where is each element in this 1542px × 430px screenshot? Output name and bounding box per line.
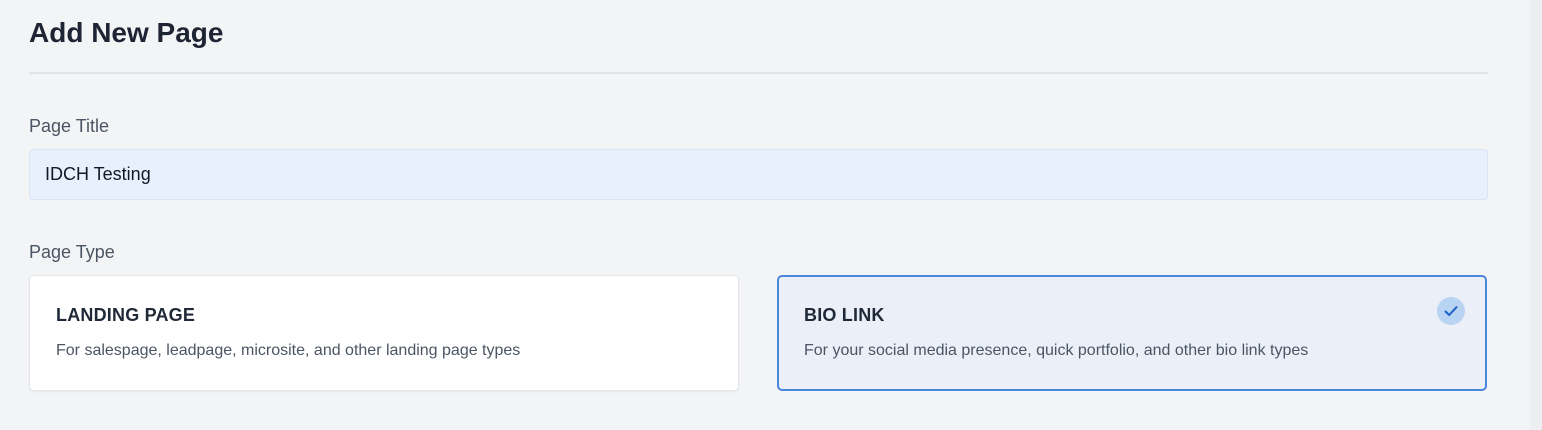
page-type-option-title: BIO LINK <box>804 305 885 325</box>
check-icon <box>1437 297 1465 325</box>
add-page-panel: Add New Page Page Title Page Type LANDIN… <box>0 0 1542 430</box>
scrollbar-track[interactable] <box>1530 0 1542 430</box>
page-title-label: Page Title <box>29 116 110 136</box>
heading-divider <box>29 72 1488 74</box>
page-heading: Add New Page <box>29 17 224 48</box>
page-type-option-bio-link[interactable]: BIO LINK For your social media presence,… <box>777 275 1487 391</box>
page-type-label: Page Type <box>29 242 115 262</box>
page-type-option-title: LANDING PAGE <box>56 305 196 325</box>
add-page-form: Add New Page Page Title Page Type LANDIN… <box>29 0 1488 391</box>
page-type-option-description: For your social media presence, quick po… <box>804 342 1309 359</box>
page-type-option-landing-page[interactable]: LANDING PAGE For salespage, leadpage, mi… <box>29 275 739 391</box>
page-type-options: LANDING PAGE For salespage, leadpage, mi… <box>29 275 1488 391</box>
page-type-option-description: For salespage, leadpage, microsite, and … <box>56 342 521 359</box>
page-title-input[interactable] <box>29 149 1488 200</box>
